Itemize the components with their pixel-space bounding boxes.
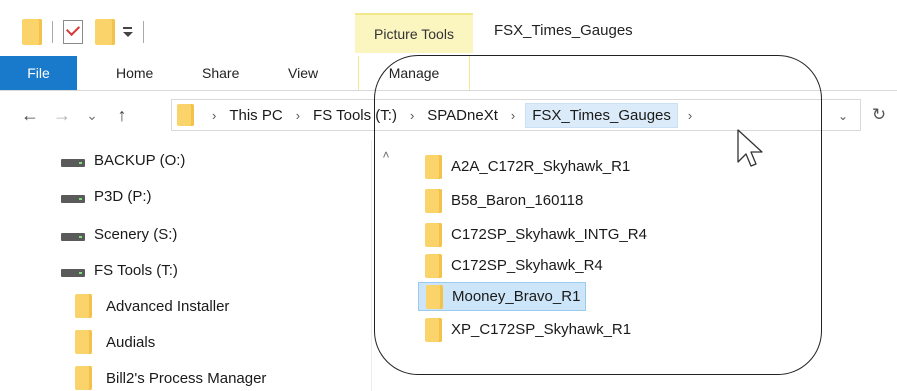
breadcrumb-separator-icon[interactable]: › <box>212 108 216 123</box>
list-item[interactable]: XP_C172SP_Skyhawk_R1 <box>418 315 636 344</box>
scroll-up-chevron-icon[interactable]: ˄ <box>379 148 393 162</box>
properties-icon[interactable] <box>63 20 83 44</box>
file-name: B58_Baron_160118 <box>451 192 584 209</box>
nav-item-label: FS Tools (T:) <box>94 261 178 279</box>
new-folder-icon[interactable] <box>95 19 115 45</box>
folder-icon[interactable] <box>22 19 42 45</box>
file-name: XP_C172SP_Skyhawk_R1 <box>451 321 632 338</box>
up-arrow-icon[interactable]: ↑ <box>110 103 134 127</box>
folder-icon <box>425 154 442 179</box>
nav-item-folder[interactable]: Bill2's Process Manager <box>75 364 266 391</box>
recent-locations-chevron-icon[interactable]: ⌄ <box>82 103 102 127</box>
folder-icon <box>75 294 92 318</box>
folder-icon <box>75 366 92 390</box>
forward-arrow-icon[interactable]: → <box>50 103 74 127</box>
tab-view[interactable]: View <box>288 56 318 90</box>
nav-item-drive[interactable]: Scenery (S:) <box>61 220 177 248</box>
nav-item-drive[interactable]: FS Tools (T:) <box>61 256 178 284</box>
folder-icon <box>75 330 92 354</box>
tab-manage[interactable]: Manage <box>358 56 470 90</box>
back-arrow-icon[interactable]: ← <box>18 103 42 127</box>
breadcrumb-separator-icon[interactable]: › <box>296 108 300 123</box>
breadcrumb-this-pc[interactable]: This PC <box>226 105 285 126</box>
breadcrumb-fs-tools[interactable]: FS Tools (T:) <box>310 105 400 126</box>
nav-item-label: P3D (P:) <box>94 187 152 205</box>
title-bar: Picture Tools FSX_Times_Gauges <box>0 0 897 56</box>
nav-item-drive[interactable]: BACKUP (O:) <box>61 146 185 174</box>
navigation-pane: BACKUP (O:) P3D (P:) Scenery (S:) FS Too… <box>0 140 372 391</box>
folder-icon <box>425 253 442 278</box>
toolbar-separator <box>52 21 53 43</box>
picture-tools-header: Picture Tools <box>355 13 473 53</box>
drive-icon <box>61 159 85 167</box>
breadcrumb-separator-icon[interactable]: › <box>511 108 515 123</box>
address-dropdown-chevron-icon[interactable]: ⌄ <box>838 109 850 123</box>
folder-icon <box>425 317 442 342</box>
file-name: Mooney_Bravo_R1 <box>452 288 581 305</box>
nav-item-folder[interactable]: Audials <box>75 328 155 356</box>
folder-icon <box>177 104 194 126</box>
list-item[interactable]: A2A_C172R_Skyhawk_R1 <box>418 152 635 181</box>
file-explorer-window: Picture Tools FSX_Times_Gauges File Home… <box>0 0 897 391</box>
address-bar[interactable]: › This PC › FS Tools (T:) › SPADneXt › F… <box>171 99 861 131</box>
picture-tools-label: Picture Tools <box>374 26 454 42</box>
drive-icon <box>61 269 85 277</box>
drive-icon <box>61 195 85 203</box>
file-name: C172SP_Skyhawk_R4 <box>451 257 603 274</box>
breadcrumb-expand-chevron-icon[interactable]: › <box>688 108 692 123</box>
nav-item-label: Advanced Installer <box>106 297 230 315</box>
checkmark-icon <box>65 21 81 37</box>
file-name: C172SP_Skyhawk_INTG_R4 <box>451 226 647 243</box>
nav-item-label: BACKUP (O:) <box>94 151 186 169</box>
drive-icon <box>61 233 85 241</box>
nav-item-label: Bill2's Process Manager <box>106 369 267 387</box>
breadcrumb-fsx-times-gauges[interactable]: FSX_Times_Gauges <box>525 102 678 128</box>
toolbar-separator <box>143 21 144 43</box>
folder-icon <box>426 284 443 309</box>
breadcrumb-separator-icon[interactable]: › <box>410 108 414 123</box>
folder-icon <box>425 222 442 247</box>
list-item[interactable]: B58_Baron_160118 <box>418 186 588 215</box>
file-name: A2A_C172R_Skyhawk_R1 <box>451 158 631 175</box>
nav-item-label: Scenery (S:) <box>94 225 178 243</box>
ribbon-tab-bar: File Home Share View Manage <box>0 56 897 91</box>
refresh-icon[interactable]: ↻ <box>867 103 891 127</box>
breadcrumb-spadnext[interactable]: SPADneXt <box>424 105 501 126</box>
quick-access-toolbar <box>22 18 154 46</box>
list-item[interactable]: C172SP_Skyhawk_R4 <box>418 251 608 280</box>
nav-item-label: Audials <box>106 333 156 351</box>
nav-item-drive[interactable]: P3D (P:) <box>61 182 152 210</box>
window-title: FSX_Times_Gauges <box>494 22 633 39</box>
nav-item-folder[interactable]: Advanced Installer <box>75 292 229 320</box>
tab-home[interactable]: Home <box>116 56 153 90</box>
folder-icon <box>425 188 442 213</box>
list-item[interactable]: C172SP_Skyhawk_INTG_R4 <box>418 220 652 249</box>
file-list: A2A_C172R_Skyhawk_R1 B58_Baron_160118 C1… <box>400 140 897 391</box>
navigation-bar: ← → ⌄ ↑ › This PC › FS Tools (T:) › SPAD… <box>0 91 897 139</box>
customize-toolbar-dropdown-icon[interactable] <box>121 21 135 43</box>
list-item-selected[interactable]: Mooney_Bravo_R1 <box>418 282 587 311</box>
breadcrumb: › This PC › FS Tools (T:) › SPADneXt › F… <box>202 100 692 130</box>
tab-file[interactable]: File <box>0 56 77 90</box>
tab-share[interactable]: Share <box>202 56 239 90</box>
